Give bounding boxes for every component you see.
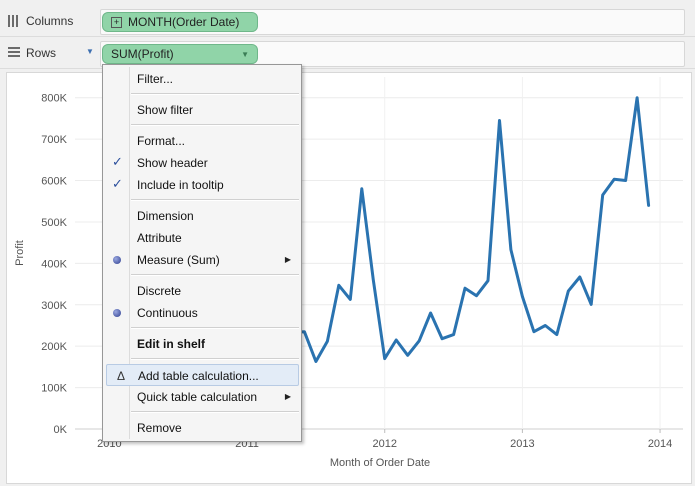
- pill-context-menu: Filter... Show filter Format... ✓ Show heade…: [102, 64, 302, 442]
- menu-separator: [131, 199, 299, 201]
- y-tick-label: 300K: [41, 300, 67, 312]
- x-tick-label: 2012: [372, 438, 396, 450]
- menu-item-label: Filter...: [137, 72, 174, 86]
- y-tick-label: 800K: [41, 93, 67, 105]
- menu-item-label: Add table calculation...: [138, 369, 259, 383]
- menu-item-label: Remove: [137, 421, 182, 435]
- y-tick-label: 400K: [41, 258, 67, 270]
- menu-separator: [131, 327, 299, 329]
- submenu-arrow-icon: ▶: [284, 255, 291, 264]
- menu-item-remove[interactable]: Remove: [103, 417, 301, 439]
- y-tick-label: 0K: [54, 424, 68, 436]
- menu-item-format[interactable]: Format...: [103, 130, 301, 152]
- x-tick-label: 2014: [648, 438, 672, 450]
- menu-item-label: Show header: [137, 156, 208, 170]
- menu-item-add-table-calculation[interactable]: Δ Add table calculation...: [106, 364, 299, 386]
- x-axis-title: Month of Order Date: [330, 457, 430, 469]
- menu-item-label: Include in tooltip: [137, 178, 224, 192]
- y-tick-label: 100K: [41, 383, 67, 395]
- menu-item-label: Show filter: [137, 103, 194, 117]
- rows-dropdown-icon[interactable]: ▼: [86, 47, 94, 56]
- menu-item-show-header[interactable]: ✓ Show header: [103, 152, 301, 174]
- delta-icon: Δ: [117, 369, 126, 383]
- radio-selected-icon: [113, 309, 121, 317]
- checkmark-icon: ✓: [112, 154, 123, 169]
- pill-dropdown-icon[interactable]: ▼: [241, 50, 249, 59]
- rows-label-text: Rows: [26, 46, 57, 60]
- y-tick-label: 200K: [41, 341, 67, 353]
- menu-separator: [131, 411, 299, 413]
- submenu-arrow-icon: ▶: [284, 392, 291, 401]
- menu-item-attribute[interactable]: Attribute: [103, 227, 301, 249]
- columns-icon: [8, 15, 18, 27]
- menu-item-show-filter[interactable]: Show filter: [103, 99, 301, 121]
- columns-pill-label: MONTH(Order Date): [128, 15, 240, 29]
- columns-pill[interactable]: + MONTH(Order Date): [102, 12, 258, 32]
- menu-item-label: Format...: [137, 134, 186, 148]
- columns-shelf-label: Columns: [8, 6, 73, 36]
- expand-plus-icon[interactable]: +: [111, 16, 122, 28]
- menu-separator: [131, 124, 299, 126]
- menu-item-label: Dimension: [137, 209, 194, 223]
- y-axis-title: Profit: [14, 240, 26, 266]
- menu-separator: [131, 358, 299, 360]
- rows-shelf-label: Rows: [8, 38, 56, 68]
- y-tick-label: 500K: [41, 217, 67, 229]
- menu-item-label: Discrete: [137, 284, 182, 298]
- menu-item-edit-in-shelf[interactable]: Edit in shelf: [103, 333, 301, 355]
- menu-item-label: Continuous: [137, 306, 198, 320]
- rows-pill-label: SUM(Profit): [111, 47, 174, 61]
- menu-item-label: Edit in shelf: [137, 337, 206, 351]
- menu-item-measure-sum[interactable]: Measure (Sum) ▶: [103, 249, 301, 271]
- rows-pill[interactable]: SUM(Profit) ▼: [102, 44, 258, 64]
- columns-shelf: Columns + MONTH(Order Date): [0, 6, 695, 37]
- rows-icon: [8, 47, 20, 57]
- y-tick-label: 700K: [41, 134, 67, 146]
- menu-separator: [131, 274, 299, 276]
- x-tick-label: 2013: [510, 438, 534, 450]
- menu-item-label: Measure (Sum): [137, 253, 220, 267]
- menu-item-label: Attribute: [137, 231, 182, 245]
- menu-item-label: Quick table calculation: [137, 390, 258, 404]
- menu-separator: [131, 93, 299, 95]
- menu-item-quick-table-calculation[interactable]: Quick table calculation ▶: [103, 386, 301, 408]
- menu-item-discrete[interactable]: Discrete: [103, 280, 301, 302]
- menu-item-dimension[interactable]: Dimension: [103, 205, 301, 227]
- y-tick-label: 600K: [41, 176, 67, 188]
- checkmark-icon: ✓: [112, 176, 123, 191]
- columns-label-text: Columns: [26, 14, 74, 28]
- menu-item-include-in-tooltip[interactable]: ✓ Include in tooltip: [103, 174, 301, 196]
- menu-item-continuous[interactable]: Continuous: [103, 302, 301, 324]
- radio-selected-icon: [113, 256, 121, 264]
- menu-item-filter[interactable]: Filter...: [103, 68, 301, 90]
